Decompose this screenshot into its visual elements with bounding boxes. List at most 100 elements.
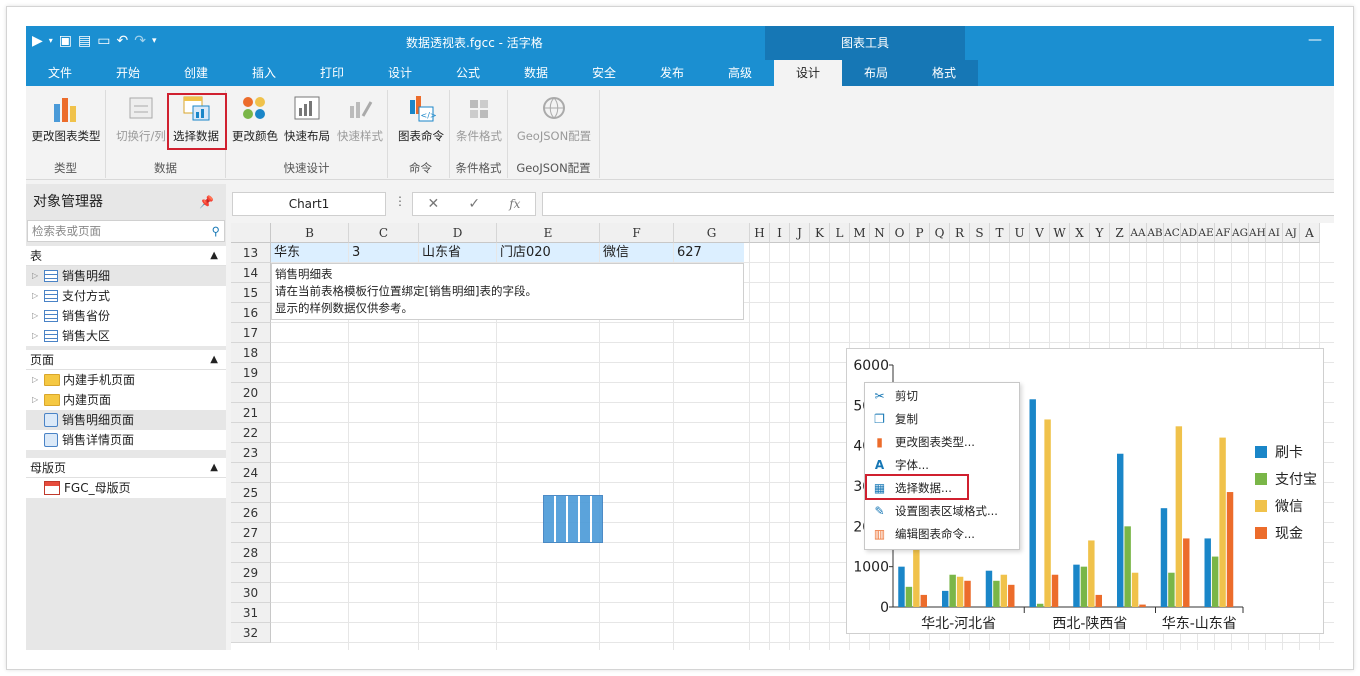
undo-icon[interactable]: ↶ — [117, 31, 129, 51]
column-header[interactable]: W — [1050, 223, 1070, 243]
tab-insert[interactable]: 插入 — [230, 60, 298, 86]
expand-icon[interactable]: ▷ — [32, 306, 44, 326]
expand-icon[interactable]: ▷ — [32, 370, 44, 390]
column-header[interactable]: K — [810, 223, 830, 243]
section-header-pages[interactable]: 页面 ▲ — [26, 350, 226, 370]
tab-advanced[interactable]: 高级 — [706, 60, 774, 86]
change-color-button[interactable]: 更改颜色 — [230, 94, 280, 152]
tab-chart-layout[interactable]: 布局 — [842, 60, 910, 86]
row-header[interactable]: 20 — [231, 383, 271, 403]
page-item-mobile[interactable]: ▷ 内建手机页面 — [26, 370, 226, 390]
name-box[interactable]: Chart1 — [232, 192, 386, 216]
pin-icon[interactable]: 📌 — [199, 184, 214, 220]
column-header[interactable]: AJ — [1283, 223, 1300, 243]
column-header[interactable]: P — [910, 223, 930, 243]
row-header[interactable]: 27 — [231, 523, 271, 543]
redo-icon[interactable]: ↷ — [134, 31, 146, 51]
row-header[interactable]: 30 — [231, 583, 271, 603]
change-chart-type-button[interactable]: 更改图表类型 — [28, 94, 104, 152]
row-header[interactable]: 13 — [231, 243, 271, 263]
tab-file[interactable]: 文件 — [26, 60, 94, 86]
section-header-tables[interactable]: 表 ▲ — [26, 246, 226, 266]
row-header[interactable]: 29 — [231, 563, 271, 583]
geojson-config-button[interactable]: GeoJSON配置 — [510, 94, 598, 152]
master-page-item[interactable]: FGC_母版页 — [26, 478, 226, 498]
page-item-sales-detail[interactable]: 销售明细页面 — [26, 410, 226, 430]
column-header[interactable]: D — [419, 223, 497, 243]
column-header[interactable]: AD — [1181, 223, 1198, 243]
tab-security[interactable]: 安全 — [570, 60, 638, 86]
row-header[interactable]: 17 — [231, 323, 271, 343]
row-header[interactable]: 25 — [231, 483, 271, 503]
column-header[interactable]: AE — [1198, 223, 1215, 243]
row-header[interactable]: 23 — [231, 443, 271, 463]
tab-publish[interactable]: 发布 — [638, 60, 706, 86]
dropdown-icon[interactable]: ▾ — [49, 31, 53, 51]
column-header[interactable]: F — [600, 223, 674, 243]
row-header[interactable]: 24 — [231, 463, 271, 483]
column-header[interactable]: A — [1300, 223, 1320, 243]
cell[interactable]: 627 — [674, 243, 702, 263]
row-header[interactable]: 16 — [231, 303, 271, 323]
column-header[interactable]: AF — [1215, 223, 1232, 243]
save-icon[interactable]: ▣ — [59, 31, 72, 51]
row-header[interactable]: 14 — [231, 263, 271, 283]
column-header[interactable]: AG — [1232, 223, 1249, 243]
page-item-builtin[interactable]: ▷ 内建页面 — [26, 390, 226, 410]
menu-item-cut[interactable]: ✂ 剪切 — [865, 385, 1019, 408]
quick-layout-button[interactable]: 快速布局 — [282, 94, 332, 152]
expand-icon[interactable]: ▷ — [32, 286, 44, 306]
select-all-corner[interactable] — [231, 223, 271, 243]
table-item-payment[interactable]: ▷ 支付方式 — [26, 286, 226, 306]
column-header[interactable]: N — [870, 223, 890, 243]
menu-item-change-chart-type[interactable]: ▮ 更改图表类型... — [865, 431, 1019, 454]
column-header[interactable]: L — [830, 223, 850, 243]
column-header[interactable]: C — [349, 223, 419, 243]
switch-row-col-button[interactable]: 切换行/列 — [112, 94, 170, 152]
cell[interactable]: 华东 — [271, 243, 300, 263]
column-header[interactable]: I — [770, 223, 790, 243]
cell[interactable]: 门店020 — [497, 243, 551, 263]
tab-design[interactable]: 设计 — [366, 60, 434, 86]
column-header[interactable]: B — [271, 223, 349, 243]
row-header[interactable]: 22 — [231, 423, 271, 443]
open-icon[interactable]: ▭ — [97, 31, 110, 51]
column-header[interactable]: J — [790, 223, 810, 243]
table-item-region[interactable]: ▷ 销售大区 — [26, 326, 226, 346]
minimize-button[interactable]: — — [1308, 32, 1322, 48]
row-header[interactable]: 26 — [231, 503, 271, 523]
menu-item-edit-chart-command[interactable]: ▥ 编辑图表命令... — [865, 523, 1019, 546]
function-icon[interactable]: fx — [509, 197, 520, 211]
table-item-sales-detail[interactable]: ▷ 销售明细 — [26, 266, 226, 286]
column-header[interactable]: AA — [1130, 223, 1147, 243]
tab-data[interactable]: 数据 — [502, 60, 570, 86]
row-header[interactable]: 18 — [231, 343, 271, 363]
column-header[interactable]: S — [970, 223, 990, 243]
row-header[interactable]: 19 — [231, 363, 271, 383]
table-item-province[interactable]: ▷ 销售省份 — [26, 306, 226, 326]
collapse-icon[interactable]: ▲ — [210, 350, 218, 370]
row-header[interactable]: 31 — [231, 603, 271, 623]
column-header[interactable]: X — [1070, 223, 1090, 243]
column-header[interactable]: T — [990, 223, 1010, 243]
table-thumbnail[interactable] — [543, 495, 603, 543]
row-header[interactable]: 21 — [231, 403, 271, 423]
column-header[interactable]: H — [750, 223, 770, 243]
row-header[interactable]: 15 — [231, 283, 271, 303]
customize-icon[interactable]: ▾ — [152, 31, 157, 51]
column-header[interactable]: AH — [1249, 223, 1266, 243]
expand-icon[interactable]: ▷ — [32, 326, 44, 346]
save-as-icon[interactable]: ▤ — [78, 31, 91, 51]
column-header[interactable]: Q — [930, 223, 950, 243]
expand-icon[interactable]: ▷ — [32, 266, 44, 286]
tab-formula[interactable]: 公式 — [434, 60, 502, 86]
row-header[interactable]: 28 — [231, 543, 271, 563]
tab-print[interactable]: 打印 — [298, 60, 366, 86]
conditional-format-button[interactable]: 条件格式 — [452, 94, 506, 152]
menu-item-format-chart-area[interactable]: ✎ 设置图表区域格式... — [865, 500, 1019, 523]
column-header[interactable]: AC — [1164, 223, 1181, 243]
column-header[interactable]: M — [850, 223, 870, 243]
cell[interactable]: 3 — [349, 243, 360, 263]
section-header-master[interactable]: 母版页 ▲ — [26, 458, 226, 478]
column-header[interactable]: R — [950, 223, 970, 243]
